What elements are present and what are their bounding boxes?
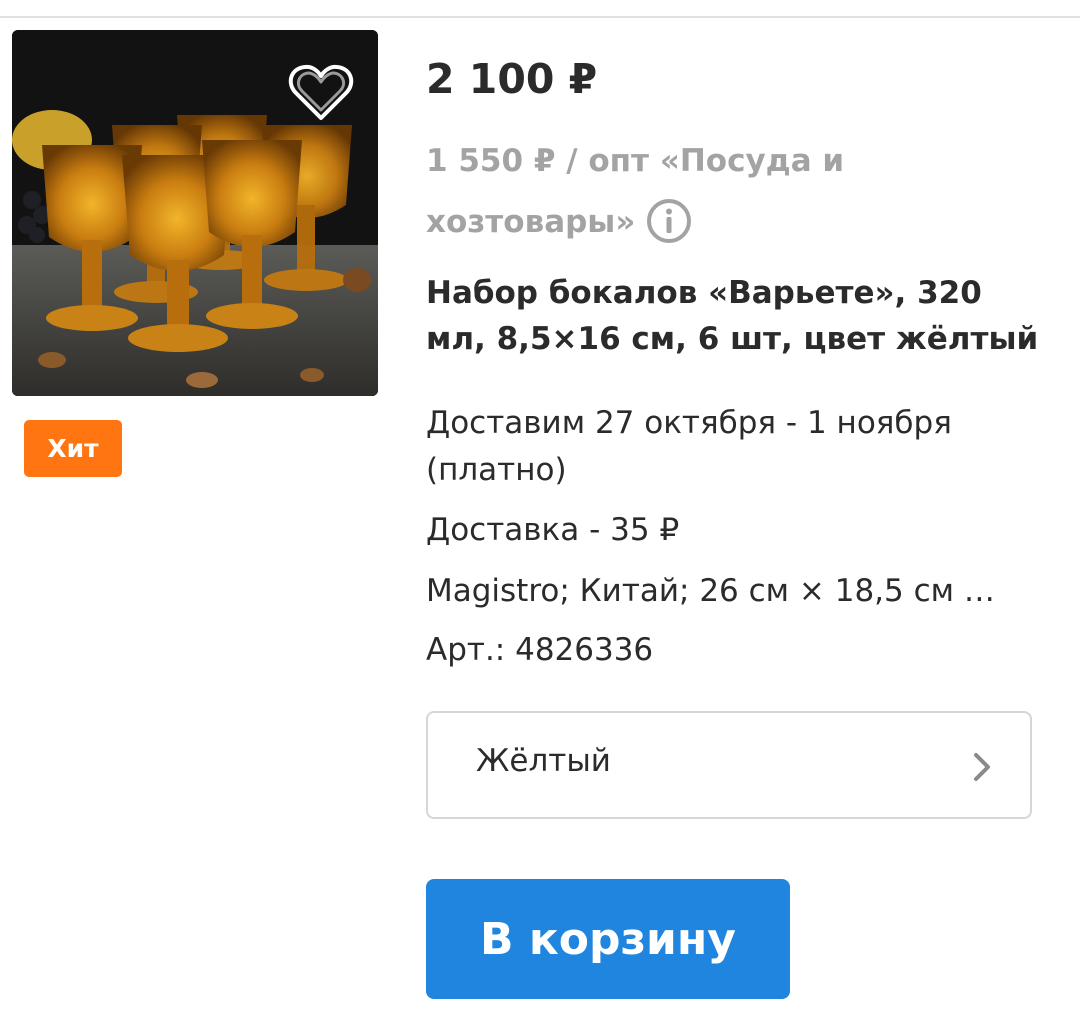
favorite-button[interactable] bbox=[288, 62, 354, 124]
product-article: Арт.: 4826336 bbox=[426, 632, 654, 668]
chevron-right-icon bbox=[972, 751, 992, 783]
color-variant-select[interactable]: Жёлтый bbox=[426, 711, 1032, 819]
add-to-cart-button[interactable]: В корзину bbox=[426, 879, 790, 999]
selected-variant-label: Жёлтый bbox=[476, 743, 611, 779]
heart-outline-icon bbox=[288, 64, 354, 120]
top-divider bbox=[0, 16, 1080, 18]
product-specs: Magistro; Китай; 26 см × 18,5 см … bbox=[426, 573, 995, 609]
product-title[interactable]: Набор бокалов «Варьете», 320 мл, 8,5×16 … bbox=[426, 270, 1046, 362]
delivery-dates: Доставим 27 октября - 1 ноября (платно) bbox=[426, 405, 952, 488]
hit-badge: Хит bbox=[24, 420, 122, 477]
wholesale-price-text: 1 550 ₽ / опт «Посуда и хозтовары» bbox=[426, 143, 845, 240]
product-price: 2 100 ₽ bbox=[426, 55, 598, 103]
delivery-cost: Доставка - 35 ₽ bbox=[426, 512, 680, 548]
wholesale-price: 1 550 ₽ / опт «Посуда и хозтовары» bbox=[426, 131, 986, 253]
info-circle-icon[interactable] bbox=[645, 197, 693, 245]
